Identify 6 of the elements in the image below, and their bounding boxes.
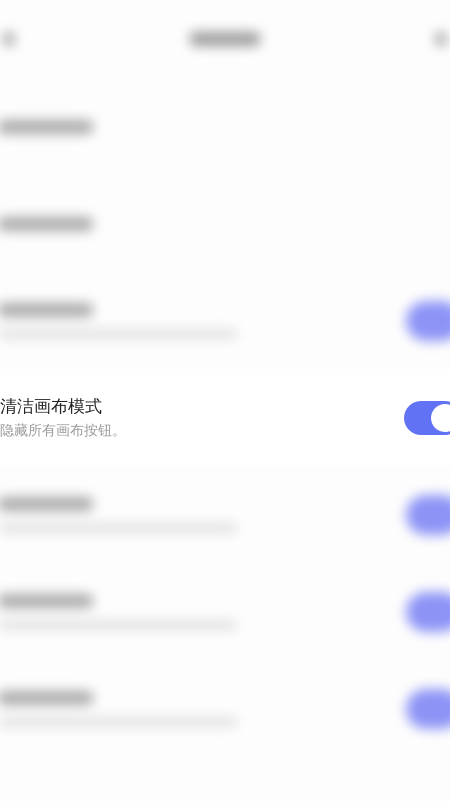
setting-title: 清洁画布模式 [0, 396, 103, 418]
setting-description: 隐藏所有画布按钮。 [0, 422, 126, 440]
blurred-text-drawing [190, 32, 260, 46]
blurred-icon-drawing [4, 32, 14, 46]
blurred-icon-drawing [436, 32, 446, 46]
toggle-switch[interactable] [404, 400, 450, 434]
